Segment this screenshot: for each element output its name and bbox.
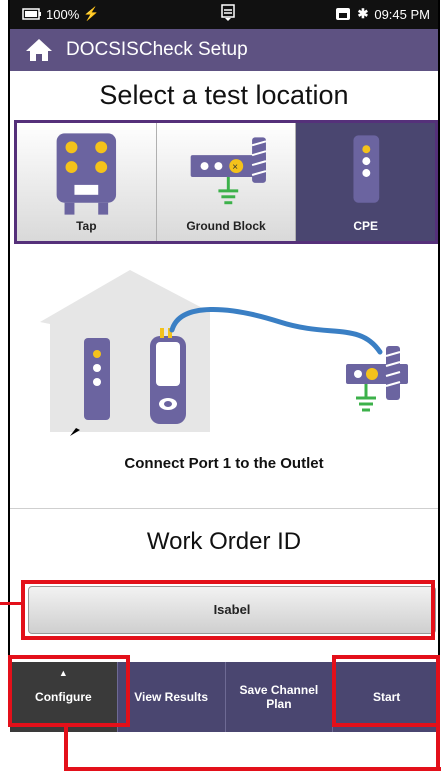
status-bar: 100% ⚡ ✱ 09:45 PM: [10, 0, 438, 29]
status-left: 100% ⚡: [22, 6, 99, 22]
tap-icon: [56, 133, 117, 215]
svg-text:×: ×: [232, 162, 238, 173]
location-prompt: Select a test location: [99, 80, 349, 110]
battery-level: 100%: [46, 6, 80, 22]
save-channel-plan-button[interactable]: Save Channel Plan: [226, 662, 334, 732]
status-right: ✱ 09:45 PM: [335, 6, 430, 22]
home-icon[interactable]: [24, 37, 54, 63]
work-order-title: Work Order ID: [146, 528, 302, 555]
save-channel-plan-label: Save Channel Plan: [239, 683, 319, 711]
title-bar: DOCSISCheck Setup: [10, 29, 438, 71]
connection-instruction: Connect Port 1 to the Outlet: [124, 455, 324, 472]
start-callout-line: [436, 727, 440, 771]
view-results-button[interactable]: View Results: [118, 662, 226, 732]
bottom-callout-line: [64, 767, 441, 771]
page-title: DOCSISCheck Setup: [66, 39, 248, 60]
cpe-device-icon: [84, 338, 110, 420]
location-cpe-button[interactable]: CPE: [296, 123, 436, 241]
view-results-label: View Results: [134, 690, 209, 704]
ground-block-outlet-icon: [346, 346, 408, 412]
start-highlight: [332, 655, 440, 727]
work-order-highlight: [21, 580, 435, 640]
location-ground-block-label: Ground Block: [186, 219, 266, 233]
configure-highlight: [8, 655, 130, 727]
clock: 09:45 PM: [374, 6, 430, 22]
connection-illustration: [40, 270, 408, 436]
bluetooth-icon: ✱: [357, 6, 369, 21]
location-cpe-label: CPE: [353, 219, 379, 233]
location-tap-button[interactable]: Tap: [17, 123, 157, 241]
cpe-icon: [353, 135, 380, 203]
device-icon: [336, 8, 351, 20]
download-icon: [220, 3, 236, 26]
location-ground-block-button[interactable]: × Ground Block: [156, 123, 297, 241]
ground-block-icon: ×: [190, 137, 266, 205]
location-selector: Tap × Ground Block CPE: [14, 120, 438, 244]
location-tap-label: Tap: [76, 219, 97, 233]
divider: [10, 508, 438, 509]
battery-icon: [22, 8, 41, 20]
charging-bolt-icon: ⚡: [83, 6, 100, 21]
meter-device-icon: [150, 328, 186, 424]
work-order-callout-line: [0, 602, 22, 605]
configure-callout-line: [64, 727, 68, 771]
